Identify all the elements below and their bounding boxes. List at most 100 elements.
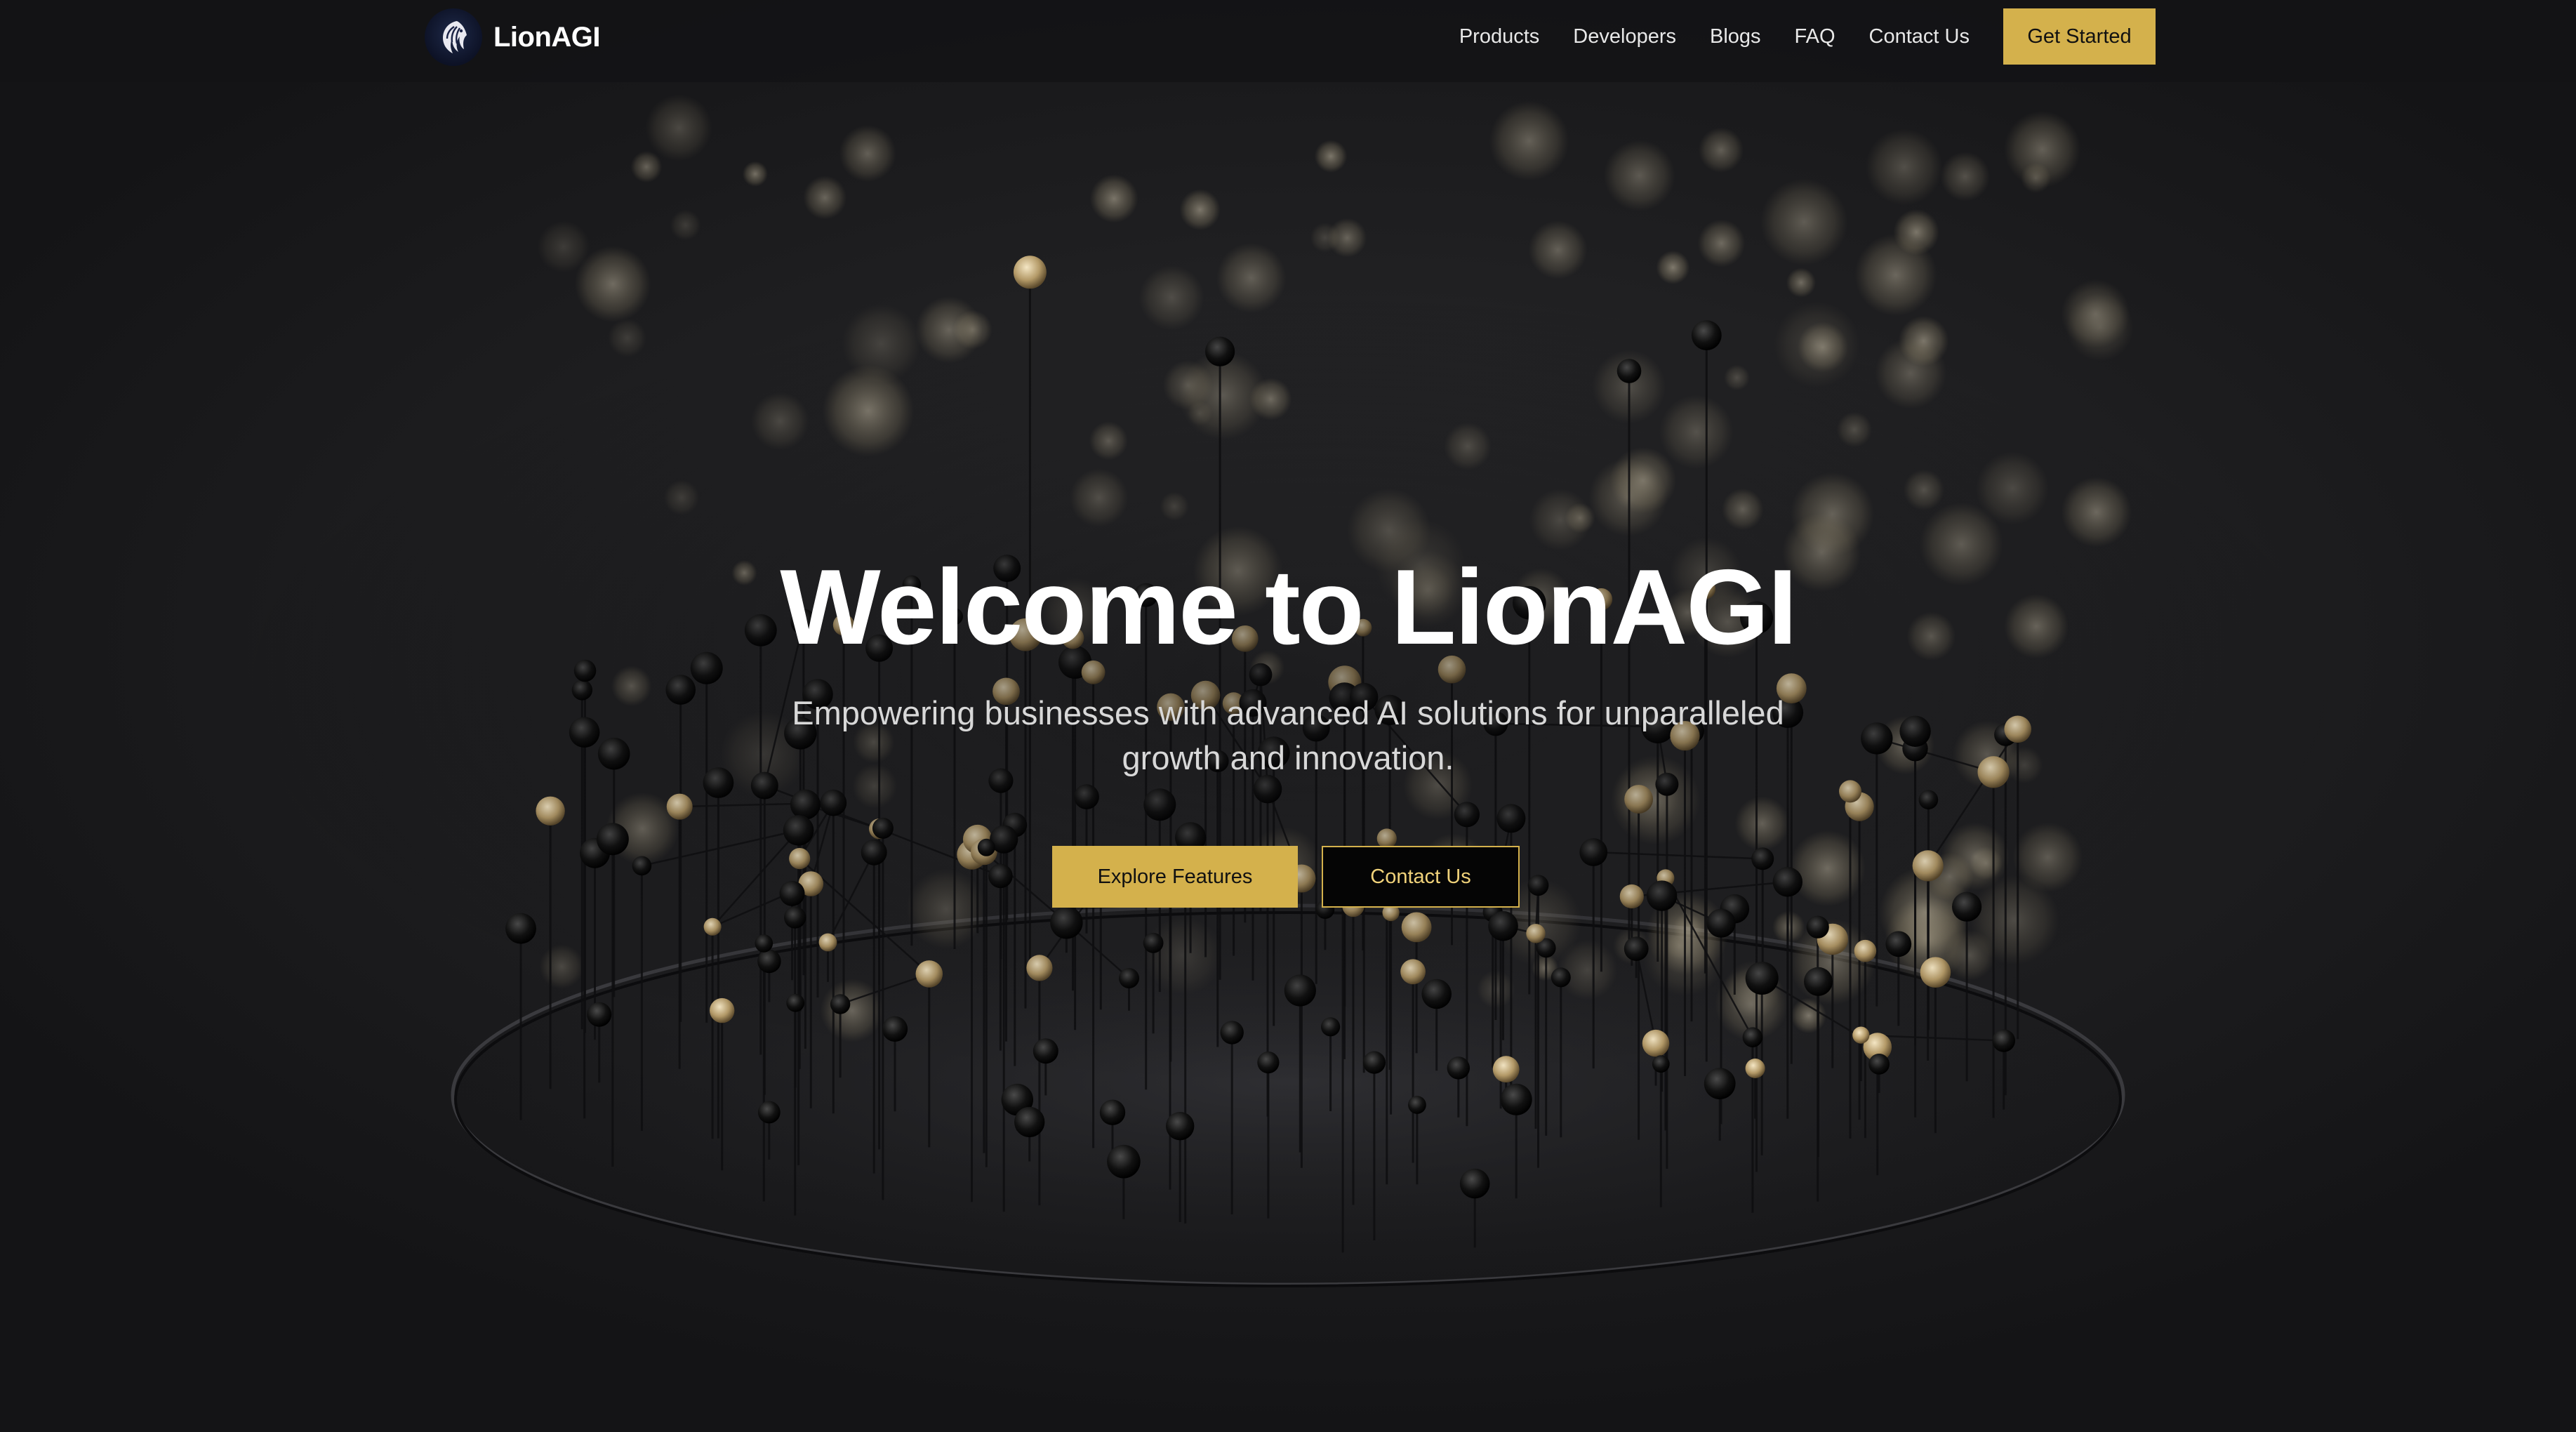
network-node <box>757 1101 781 1124</box>
bokeh-light <box>1089 174 1138 223</box>
network-node <box>1447 1056 1470 1080</box>
network-node <box>1099 1099 1126 1125</box>
network-node <box>830 994 851 1014</box>
bokeh-light <box>1310 223 1341 253</box>
network-node <box>784 906 806 929</box>
network-node <box>1401 912 1432 943</box>
bokeh-light <box>1489 100 1569 181</box>
network-node <box>1013 256 1047 289</box>
network-node <box>757 949 781 974</box>
bokeh-light <box>1249 378 1292 420</box>
network-node <box>1050 906 1083 939</box>
bokeh-light <box>1721 488 1764 531</box>
bokeh-light <box>1697 219 1746 267</box>
network-node <box>1284 974 1316 1007</box>
bokeh-light <box>2020 162 2052 194</box>
network-node <box>882 1016 908 1042</box>
bokeh-light <box>1187 400 1213 426</box>
bokeh-light <box>1836 411 1873 448</box>
bokeh-light <box>842 304 921 383</box>
bokeh-light <box>1875 337 1947 409</box>
brand-home-link[interactable]: LionAGI <box>425 7 601 67</box>
network-node <box>1742 1027 1763 1047</box>
hero-subtitle: Empowering businesses with advanced AI s… <box>792 694 1784 776</box>
network-node <box>1421 979 1452 1009</box>
bokeh-light <box>839 125 896 183</box>
bokeh-light <box>1659 395 1734 470</box>
bokeh-light <box>574 246 651 322</box>
hero-buttons: Explore Features Contact Us <box>0 846 2576 908</box>
network-node <box>1257 1052 1280 1074</box>
network-node <box>1488 910 1518 941</box>
bokeh-light <box>608 319 646 357</box>
bokeh-light <box>1786 267 1817 298</box>
get-started-button[interactable]: Get Started <box>2003 8 2156 65</box>
network-node <box>1526 924 1546 943</box>
bokeh-light <box>1773 301 1860 388</box>
nav-products-link[interactable]: Products <box>1459 25 1539 48</box>
bokeh-light <box>915 296 983 364</box>
network-node <box>1400 959 1426 985</box>
bokeh-light <box>1603 140 1675 211</box>
network-node <box>1652 1055 1670 1073</box>
network-node <box>1691 320 1722 350</box>
network-node <box>1459 1168 1490 1199</box>
network-node <box>1026 955 1053 981</box>
network-node <box>1642 1029 1670 1057</box>
bokeh-light <box>539 944 584 989</box>
network-node <box>1551 967 1571 988</box>
bokeh-light <box>1160 491 1189 522</box>
bokeh-light <box>1656 251 1690 284</box>
network-node <box>1033 1038 1058 1064</box>
bokeh-light <box>1940 151 1991 201</box>
hero-section: Welcome to LionAGI Empowering businesses… <box>0 541 2576 908</box>
network-node <box>1107 1144 1141 1179</box>
network-node <box>1704 1068 1736 1100</box>
nav-contact-us-link[interactable]: Contact Us <box>1869 25 1970 48</box>
network-node <box>1868 1054 1890 1075</box>
bokeh-light <box>670 209 701 241</box>
network-node <box>755 934 774 953</box>
bokeh-light <box>1528 220 1588 279</box>
bokeh-light <box>1760 178 1848 266</box>
network-node <box>1014 1106 1045 1138</box>
network-node <box>1852 1026 1870 1044</box>
top-navbar: LionAGI Products Developers Blogs FAQ Co… <box>0 0 2576 82</box>
network-node <box>1745 1059 1765 1078</box>
network-node <box>915 960 943 988</box>
network-node <box>1143 932 1164 953</box>
nav-blogs-link[interactable]: Blogs <box>1710 25 1761 48</box>
bokeh-light <box>1854 234 1937 317</box>
network-node <box>1205 336 1235 366</box>
bokeh-light <box>2061 279 2130 348</box>
bokeh-light <box>742 161 768 187</box>
bokeh-light <box>1976 451 2050 525</box>
nav-faq-link[interactable]: FAQ <box>1795 25 1835 48</box>
brand-name: LionAGI <box>493 21 601 53</box>
network-node <box>1854 939 1877 962</box>
nav-developers-link[interactable]: Developers <box>1573 25 1676 48</box>
explore-features-button[interactable]: Explore Features <box>1052 846 1298 908</box>
network-node <box>1500 1083 1532 1115</box>
bokeh-light <box>1069 468 1129 527</box>
lion-head-icon <box>425 8 482 66</box>
main-nav: Products Developers Blogs FAQ Contact Us… <box>1459 8 2156 65</box>
network-node <box>1616 359 1642 383</box>
network-node <box>1408 1096 1426 1114</box>
bokeh-light <box>1609 447 1677 514</box>
bokeh-light <box>1143 915 1223 995</box>
bokeh-light <box>803 175 847 220</box>
bokeh-light <box>645 94 712 161</box>
bokeh-light <box>1089 421 1128 460</box>
network-node <box>1806 915 1829 939</box>
landing-page: LionAGI Products Developers Blogs FAQ Co… <box>0 0 2576 1432</box>
network-node <box>1804 967 1833 996</box>
bokeh-light <box>2061 477 2132 548</box>
network-node <box>709 997 735 1023</box>
network-node <box>1166 1112 1195 1141</box>
network-node <box>1885 931 1912 957</box>
contact-us-button[interactable]: Contact Us <box>1322 846 1520 908</box>
network-node <box>1706 908 1736 938</box>
network-node <box>1119 968 1139 988</box>
bokeh-light <box>751 392 809 451</box>
